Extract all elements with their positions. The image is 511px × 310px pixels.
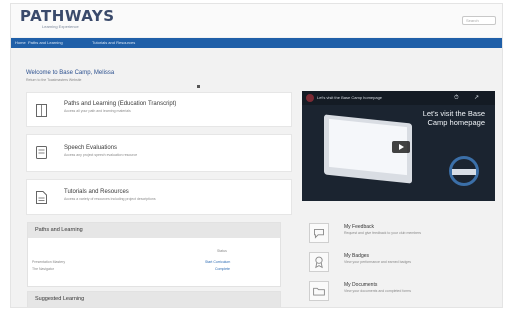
tile-title: My Badges xyxy=(344,253,370,259)
channel-avatar[interactable] xyxy=(306,94,314,102)
card-description: Access all your path and learning materi… xyxy=(64,109,131,113)
suggested-learning-panel: Suggested Learning xyxy=(27,291,281,307)
card-title: Tutorials and Resources xyxy=(64,189,129,195)
main-nav: Home Paths and Learning Tutorials and Re… xyxy=(11,38,502,48)
tile-description: View your performance and earned badges xyxy=(344,260,412,264)
tile-my-badges[interactable]: My Badges View your performance and earn… xyxy=(309,250,499,272)
tile-title: My Feedback xyxy=(344,224,375,230)
tile-title: My Documents xyxy=(344,282,378,288)
video-headline-line-2: Camp homepage xyxy=(427,118,485,127)
mouse-cursor xyxy=(197,85,200,88)
book-icon xyxy=(36,104,47,117)
watch-later-icon[interactable]: ⏱ xyxy=(454,94,459,102)
tile-my-documents[interactable]: My Documents View your documents and com… xyxy=(309,279,499,301)
card-title: Speech Evaluations xyxy=(64,145,118,151)
browser-screen: PATHWAYS Learning Experience Search Home… xyxy=(10,3,503,308)
card-description: Access any project speech evaluation res… xyxy=(64,153,138,157)
card-paths-and-learning[interactable]: Paths and Learning (Education Transcript… xyxy=(26,92,292,127)
video-headline: Let's visit the Base Camp homepage xyxy=(423,109,485,127)
share-icon[interactable]: ↗ xyxy=(474,94,479,102)
welcome-title: Welcome to Base Camp, Melissa xyxy=(26,70,115,76)
panel-heading: Paths and Learning xyxy=(28,223,280,238)
path-name: Presentation Mastery xyxy=(32,260,66,264)
tile-icon-box xyxy=(309,281,329,301)
paths-and-learning-panel: Paths and Learning Status Presentation M… xyxy=(27,222,281,287)
tile-icon-box xyxy=(309,252,329,272)
path-status-link[interactable]: Complete xyxy=(215,267,230,272)
tile-icon-box xyxy=(309,223,329,243)
card-tutorials-and-resources[interactable]: Tutorials and Resources Access a variety… xyxy=(26,179,292,215)
document-icon xyxy=(36,191,47,204)
pathways-logo[interactable]: PATHWAYS Learning Experience xyxy=(20,8,115,30)
card-description: Access a variety of resources including … xyxy=(64,197,156,201)
play-icon xyxy=(399,144,404,150)
nav-item-tutorials-and-resources[interactable]: Tutorials and Resources xyxy=(92,40,135,46)
tile-description: Request and give feedback to your club m… xyxy=(344,231,422,235)
card-title: Paths and Learning (Education Transcript… xyxy=(64,101,177,107)
path-name: The Navigator xyxy=(32,267,54,271)
video-title[interactable]: Let's visit the Base Camp homepage xyxy=(317,95,382,101)
play-button[interactable] xyxy=(392,141,410,153)
speech-evaluation-icon xyxy=(36,146,47,159)
video-player[interactable]: Let's visit the Base Camp homepage ⏱ ↗ L… xyxy=(302,91,495,201)
top-header: PATHWAYS Learning Experience Search xyxy=(11,4,502,37)
folder-icon xyxy=(313,287,325,296)
nav-item-home[interactable]: Home xyxy=(15,40,26,46)
video-headline-line-1: Let's visit the Base xyxy=(422,109,485,118)
status-column-header: Status xyxy=(217,249,227,253)
panel-heading: Suggested Learning xyxy=(28,292,280,307)
toastmasters-globe-logo xyxy=(449,156,479,186)
search-input[interactable]: Search xyxy=(462,16,496,25)
logo-text: PATHWAYS xyxy=(20,7,115,25)
globe-band xyxy=(452,169,476,175)
tile-my-feedback[interactable]: My Feedback Request and give feedback to… xyxy=(309,221,499,243)
tile-description: View your documents and completed forms xyxy=(344,289,412,293)
feedback-icon xyxy=(314,228,324,239)
welcome-subtitle-link[interactable]: Return to the Toastmasters Website xyxy=(26,78,82,83)
card-speech-evaluations[interactable]: Speech Evaluations Access any project sp… xyxy=(26,134,292,172)
badge-icon xyxy=(315,256,323,269)
video-title-bar: Let's visit the Base Camp homepage ⏱ ↗ xyxy=(302,91,495,105)
nav-item-paths-and-learning[interactable]: Paths and Learning xyxy=(28,40,63,46)
path-status-link[interactable]: Start Curriculum xyxy=(205,260,230,265)
